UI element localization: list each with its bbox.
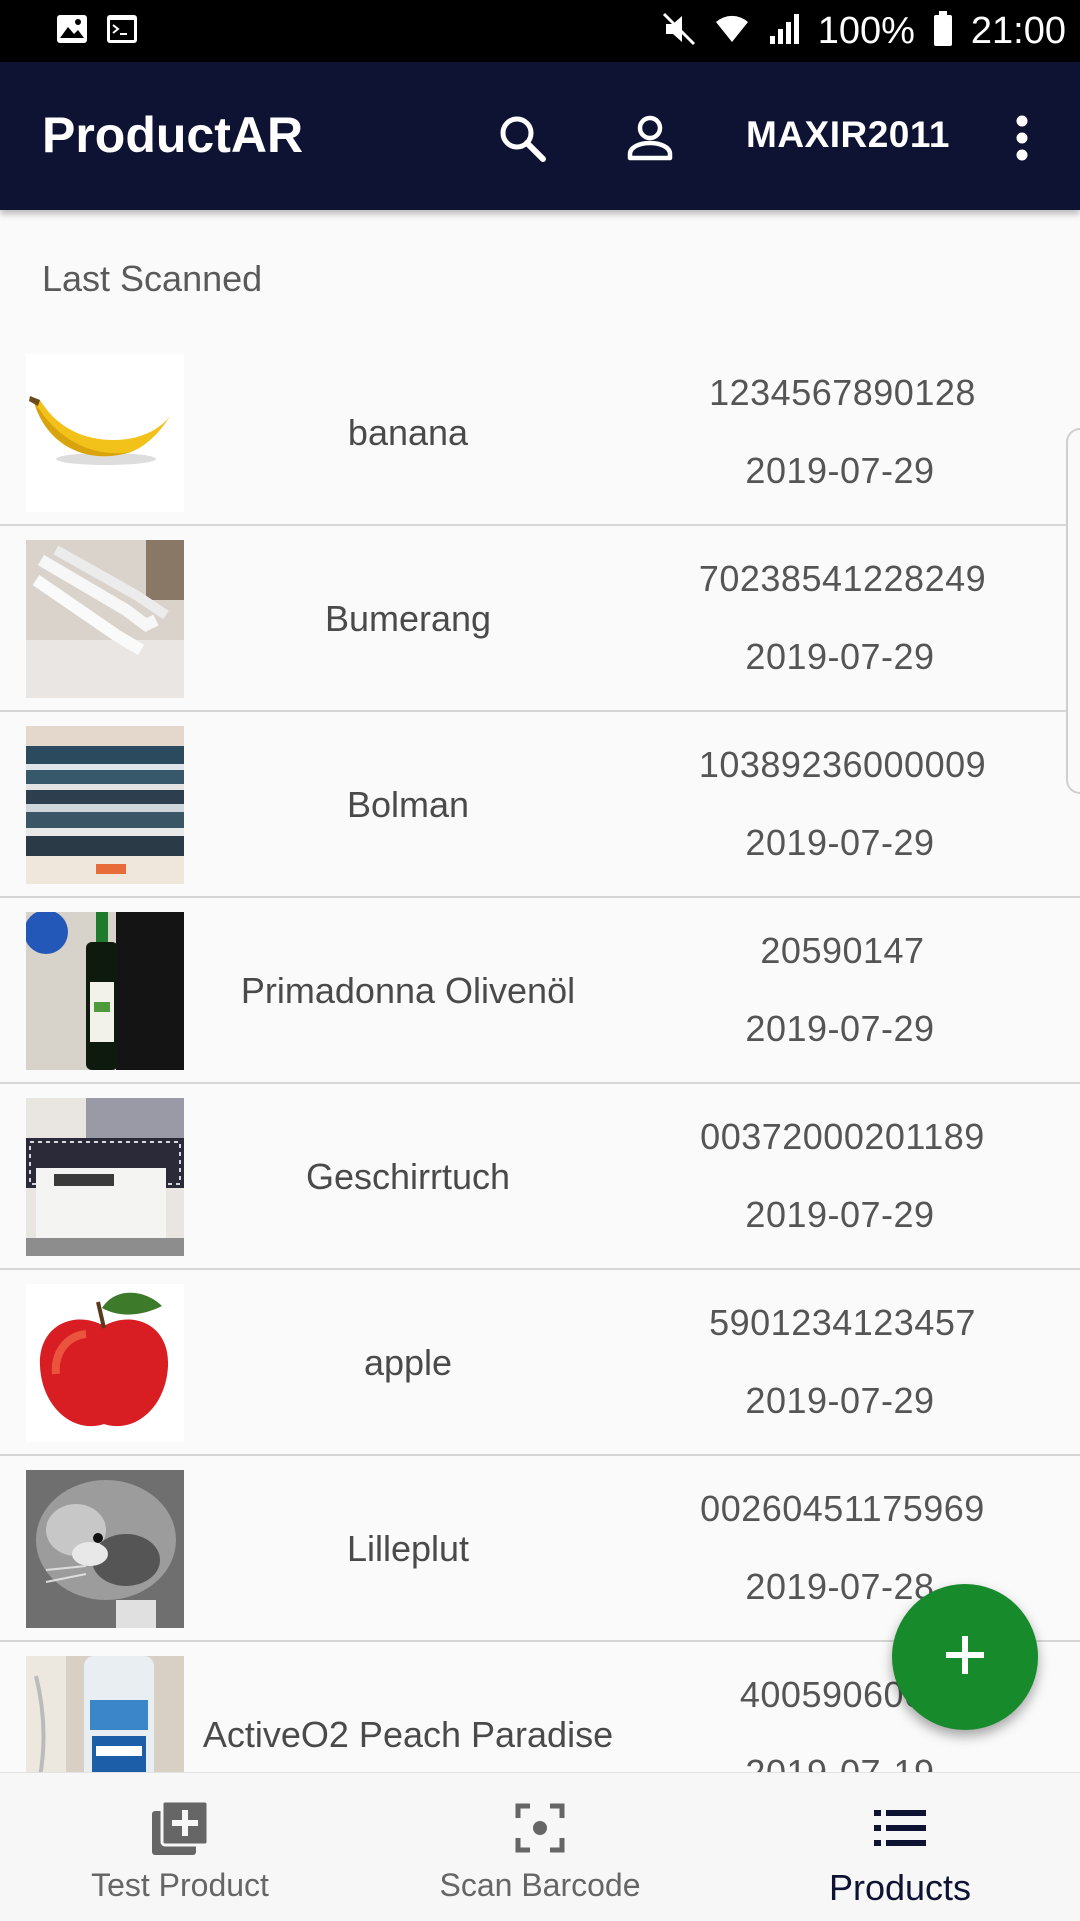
product-thumbnail	[26, 354, 184, 512]
product-name: apple	[363, 1342, 453, 1383]
nav-label: Scan Barcode	[439, 1867, 641, 1903]
list-item[interactable]: Geschirrtuch 00372000201189 2019-07-29	[0, 1084, 1080, 1270]
product-date: 2019-07-29	[745, 1194, 935, 1235]
wifi-icon	[714, 12, 750, 51]
product-name: banana	[347, 412, 469, 453]
bottom-navigation: Test Product Scan Barcode Products	[0, 1772, 1080, 1921]
product-date: 2019-07-29	[745, 1008, 935, 1049]
app-title: ProductAR	[42, 107, 304, 163]
nav-products[interactable]: Products	[720, 1773, 1080, 1921]
list-item[interactable]: apple 5901234123457 2019-07-29	[0, 1270, 1080, 1456]
product-date: 2019-07-29	[745, 822, 935, 863]
product-barcode: 00372000201189	[700, 1116, 985, 1157]
nav-label: Test Product	[91, 1867, 269, 1903]
image-icon	[56, 14, 88, 49]
plus-icon	[943, 1633, 987, 1682]
product-thumbnail	[26, 726, 184, 884]
status-bar: 100% 21:00	[0, 0, 1080, 62]
add-box-icon	[152, 1799, 208, 1857]
battery-icon	[933, 10, 953, 52]
nav-test-product[interactable]: Test Product	[0, 1773, 360, 1921]
product-date: 2019-07-29	[745, 636, 935, 677]
signal-icon	[768, 12, 800, 51]
list-icon	[874, 1799, 926, 1857]
account-icon[interactable]	[622, 110, 678, 166]
add-product-button[interactable]	[892, 1584, 1038, 1730]
list-item[interactable]: Bumerang 70238541228249 2019-07-29	[0, 526, 1080, 712]
product-thumbnail	[26, 540, 184, 698]
battery-percent: 100%	[817, 9, 915, 52]
product-thumbnail	[26, 1284, 184, 1442]
search-icon[interactable]	[494, 110, 550, 166]
nav-label: Products	[828, 1867, 972, 1908]
product-barcode: 70238541228249	[698, 558, 987, 599]
list-item[interactable]: banana 1234567890128 2019-07-29	[0, 340, 1080, 526]
product-thumbnail	[26, 1470, 184, 1628]
scan-focus-icon	[515, 1799, 565, 1857]
clock: 21:00	[970, 9, 1066, 52]
username-button[interactable]: MAXIR2011	[746, 114, 950, 156]
list-item[interactable]: Primadonna Olivenöl 20590147 2019-07-29	[0, 898, 1080, 1084]
product-thumbnail	[26, 1098, 184, 1256]
product-name: Geschirrtuch	[305, 1156, 511, 1197]
product-barcode: 10389236000009	[698, 744, 987, 785]
scrollbar-handle[interactable]	[1066, 428, 1080, 794]
product-name: Bolman	[346, 784, 470, 825]
terminal-icon	[106, 14, 138, 49]
product-barcode: 00260451175969	[700, 1488, 985, 1529]
more-vert-icon[interactable]	[994, 110, 1050, 166]
section-title: Last Scanned	[42, 258, 263, 299]
mute-icon	[662, 12, 696, 51]
product-barcode: 20590147	[760, 930, 925, 971]
product-name: Lilleplut	[346, 1528, 470, 1569]
product-barcode: 1234567890128	[709, 372, 976, 413]
product-barcode: 5901234123457	[709, 1302, 976, 1343]
product-date: 2019-07-29	[745, 450, 935, 491]
list-item[interactable]: Bolman 10389236000009 2019-07-29	[0, 712, 1080, 898]
product-name: Bumerang	[324, 598, 492, 639]
product-name: Primadonna Olivenöl	[240, 970, 576, 1011]
nav-scan-barcode[interactable]: Scan Barcode	[360, 1773, 720, 1921]
product-thumbnail	[26, 912, 184, 1070]
product-date: 2019-07-29	[745, 1380, 935, 1421]
app-bar: ProductAR MAXIR2011	[0, 62, 1080, 210]
